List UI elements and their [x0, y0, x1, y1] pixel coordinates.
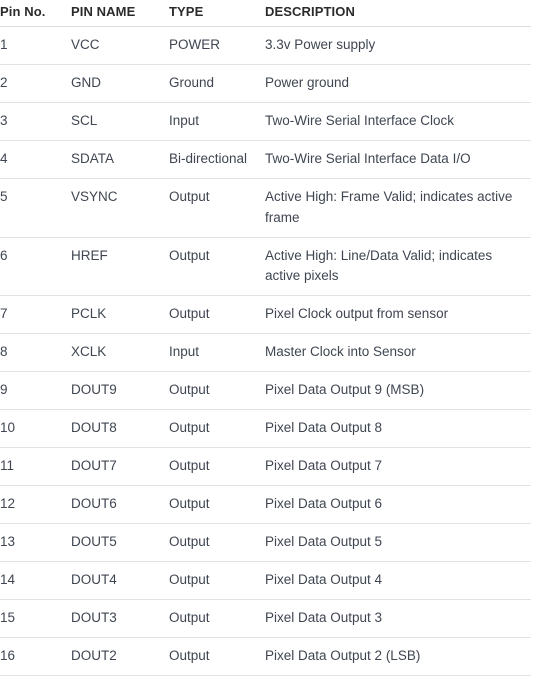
column-header-pin-no: Pin No. [0, 0, 71, 27]
cell-description: Two-Wire Serial Interface Data I/O [265, 140, 531, 179]
table-row: 9 DOUT9 Output Pixel Data Output 9 (MSB) [0, 371, 531, 411]
cell-pin-no: 2 [0, 64, 71, 103]
cell-type: Output [169, 599, 265, 638]
cell-pin-name: GND [71, 64, 169, 103]
cell-pin-no: 15 [0, 599, 71, 638]
cell-pin-name: VCC [71, 26, 169, 65]
table-row: 8 XCLK Input Master Clock into Sensor [0, 333, 531, 373]
cell-pin-name: DOUT6 [71, 485, 169, 524]
table-row: 1 VCC POWER 3.3v Power supply [0, 26, 531, 65]
pin-description-table-container: Pin No. PIN NAME TYPE DESCRIPTION 1 VCC … [0, 0, 531, 676]
cell-description: Pixel Data Output 7 [265, 447, 531, 486]
cell-description: Pixel Data Output 2 (LSB) [265, 637, 531, 676]
table-row: 12 DOUT6 Output Pixel Data Output 6 [0, 485, 531, 524]
cell-pin-no: 10 [0, 409, 71, 449]
cell-type: Ground [169, 64, 265, 103]
cell-pin-no: 8 [0, 333, 71, 373]
cell-pin-no: 11 [0, 447, 71, 486]
table-row: 16 DOUT2 Output Pixel Data Output 2 (LSB… [0, 637, 531, 676]
column-header-description: DESCRIPTION [265, 0, 531, 27]
cell-pin-name: DOUT9 [71, 371, 169, 411]
table-row: 2 GND Ground Power ground [0, 64, 531, 103]
table-row: 14 DOUT4 Output Pixel Data Output 4 [0, 561, 531, 600]
table-row: 13 DOUT5 Output Pixel Data Output 5 [0, 523, 531, 562]
table-row: 15 DOUT3 Output Pixel Data Output 3 [0, 599, 531, 638]
cell-description: Pixel Data Output 3 [265, 599, 531, 638]
cell-pin-name: DOUT5 [71, 523, 169, 562]
cell-pin-no: 3 [0, 102, 71, 141]
cell-type: Output [169, 447, 265, 486]
cell-description: Power ground [265, 64, 531, 103]
cell-type: Output [169, 237, 265, 297]
cell-pin-name: DOUT7 [71, 447, 169, 486]
cell-pin-name: DOUT8 [71, 409, 169, 449]
table-header: Pin No. PIN NAME TYPE DESCRIPTION [0, 0, 531, 27]
cell-pin-no: 7 [0, 295, 71, 335]
cell-description: Pixel Data Output 4 [265, 561, 531, 600]
table-body: 1 VCC POWER 3.3v Power supply 2 GND Grou… [0, 26, 531, 676]
column-header-type: TYPE [169, 0, 265, 27]
cell-type: Input [169, 102, 265, 141]
cell-description: Active High: Frame Valid; indicates acti… [265, 178, 531, 238]
cell-pin-no: 6 [0, 237, 71, 297]
cell-pin-name: DOUT2 [71, 637, 169, 676]
cell-pin-name: PCLK [71, 295, 169, 335]
cell-pin-name: XCLK [71, 333, 169, 373]
cell-description: Pixel Clock output from sensor [265, 295, 531, 335]
cell-type: Output [169, 485, 265, 524]
cell-type: Input [169, 333, 265, 373]
pin-description-table: Pin No. PIN NAME TYPE DESCRIPTION 1 VCC … [0, 0, 531, 676]
cell-pin-no: 4 [0, 140, 71, 179]
table-row: 5 VSYNC Output Active High: Frame Valid;… [0, 178, 531, 238]
cell-description: Master Clock into Sensor [265, 333, 531, 373]
cell-type: POWER [169, 26, 265, 65]
cell-pin-no: 1 [0, 26, 71, 65]
cell-type: Output [169, 637, 265, 676]
cell-pin-name: DOUT3 [71, 599, 169, 638]
cell-pin-no: 12 [0, 485, 71, 524]
cell-pin-no: 16 [0, 637, 71, 676]
table-row: 3 SCL Input Two-Wire Serial Interface Cl… [0, 102, 531, 141]
cell-pin-no: 9 [0, 371, 71, 411]
cell-type: Output [169, 561, 265, 600]
cell-description: Pixel Data Output 9 (MSB) [265, 371, 531, 411]
cell-description: 3.3v Power supply [265, 26, 531, 65]
cell-type: Bi-directional [169, 140, 265, 179]
cell-type: Output [169, 371, 265, 411]
cell-description: Pixel Data Output 6 [265, 485, 531, 524]
cell-description: Active High: Line/Data Valid; indicates … [265, 237, 531, 297]
table-row: 7 PCLK Output Pixel Clock output from se… [0, 295, 531, 335]
cell-pin-no: 14 [0, 561, 71, 600]
cell-type: Output [169, 178, 265, 238]
cell-pin-no: 5 [0, 178, 71, 238]
table-header-row: Pin No. PIN NAME TYPE DESCRIPTION [0, 0, 531, 27]
cell-type: Output [169, 523, 265, 562]
cell-pin-name: HREF [71, 237, 169, 297]
cell-pin-name: VSYNC [71, 178, 169, 238]
table-row: 6 HREF Output Active High: Line/Data Val… [0, 237, 531, 297]
cell-pin-name: DOUT4 [71, 561, 169, 600]
table-row: 4 SDATA Bi-directional Two-Wire Serial I… [0, 140, 531, 179]
cell-description: Pixel Data Output 8 [265, 409, 531, 449]
table-row: 10 DOUT8 Output Pixel Data Output 8 [0, 409, 531, 449]
cell-pin-no: 13 [0, 523, 71, 562]
cell-type: Output [169, 409, 265, 449]
cell-description: Pixel Data Output 5 [265, 523, 531, 562]
table-row: 11 DOUT7 Output Pixel Data Output 7 [0, 447, 531, 486]
column-header-pin-name: PIN NAME [71, 0, 169, 27]
cell-pin-name: SCL [71, 102, 169, 141]
cell-description: Two-Wire Serial Interface Clock [265, 102, 531, 141]
cell-pin-name: SDATA [71, 140, 169, 179]
cell-type: Output [169, 295, 265, 335]
